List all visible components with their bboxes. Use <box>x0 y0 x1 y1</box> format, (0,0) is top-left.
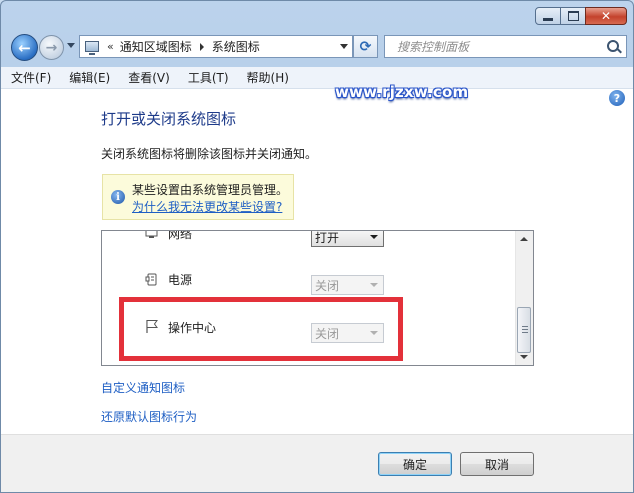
restore-default-icon-behaviors-link[interactable]: 还原默认图标行为 <box>101 408 197 425</box>
close-button[interactable]: ✕ <box>585 7 627 25</box>
customize-notification-icons-link[interactable]: 自定义通知图标 <box>101 379 185 396</box>
breadcrumb-overflow[interactable]: « <box>107 40 114 53</box>
menu-edit[interactable]: 编辑(E) <box>59 69 118 86</box>
list-item-network: 网络 打开 <box>102 230 517 261</box>
menu-bar: 文件(F) 编辑(E) 查看(V) 工具(T) 帮助(H) <box>1 67 633 89</box>
select-value: 关闭 <box>315 278 340 293</box>
search-icon[interactable] <box>607 40 619 52</box>
breadcrumb-system-icons[interactable]: 系统图标 <box>212 38 260 55</box>
search-box[interactable] <box>384 35 627 58</box>
page-description: 关闭系统图标将删除该图标并关闭通知。 <box>101 147 318 161</box>
recent-pages-dropdown[interactable] <box>67 43 75 48</box>
item-label: 网络 <box>168 230 193 241</box>
help-icon: ? <box>613 91 621 105</box>
breadcrumb-notification-area-icons[interactable]: 通知区域图标 <box>120 38 192 55</box>
scroll-thumb[interactable] <box>517 307 531 353</box>
power-icon <box>145 273 157 286</box>
vertical-scrollbar[interactable] <box>515 231 533 365</box>
forward-arrow-icon: → <box>45 39 58 56</box>
scroll-up-icon[interactable] <box>520 237 528 241</box>
menu-tools[interactable]: 工具(T) <box>178 69 237 86</box>
forward-button[interactable]: → <box>39 35 64 60</box>
admin-notice: i 某些设置由系统管理员管理。 为什么我无法更改某些设置? <box>102 174 294 220</box>
site-watermark: www.rjzxw.com <box>335 83 469 101</box>
why-cant-change-link[interactable]: 为什么我无法更改某些设置? <box>132 198 282 215</box>
address-dropdown-icon[interactable] <box>340 44 348 49</box>
refresh-button[interactable]: ⟳ <box>353 35 378 58</box>
annotation-highlight-box <box>119 297 403 361</box>
control-panel-window: ✕ ← → « 通知区域图标 系统图标 ⟳ 文件(F) 编辑(E) 查看(V) … <box>0 0 634 493</box>
help-button[interactable]: ? <box>609 90 625 106</box>
dialog-footer: 确定 取消 <box>1 434 633 492</box>
address-bar[interactable]: « 通知区域图标 系统图标 <box>79 35 353 58</box>
chevron-down-icon <box>370 283 378 287</box>
chevron-down-icon <box>370 235 378 239</box>
caption-buttons: ✕ <box>535 7 627 25</box>
maximize-button[interactable] <box>560 7 586 25</box>
menu-file[interactable]: 文件(F) <box>1 69 59 86</box>
menu-view[interactable]: 查看(V) <box>118 69 178 86</box>
minimize-icon <box>543 17 553 21</box>
power-state-select[interactable]: 关闭 <box>311 275 384 295</box>
search-input[interactable] <box>395 38 599 55</box>
menu-help[interactable]: 帮助(H) <box>237 69 297 86</box>
network-icon <box>145 231 158 238</box>
back-arrow-icon: ← <box>18 38 31 57</box>
ok-button[interactable]: 确定 <box>378 452 452 476</box>
breadcrumb-chevron-icon[interactable] <box>199 42 204 51</box>
close-icon: ✕ <box>600 9 612 23</box>
maximize-icon <box>567 11 579 21</box>
page-title: 打开或关闭系统图标 <box>101 110 237 128</box>
cancel-button[interactable]: 取消 <box>460 452 534 476</box>
network-state-select[interactable]: 打开 <box>311 230 384 247</box>
info-icon: i <box>111 190 125 204</box>
minimize-button[interactable] <box>535 7 561 25</box>
back-button[interactable]: ← <box>11 34 38 61</box>
grip-icon <box>522 326 528 327</box>
control-panel-icon <box>85 41 99 55</box>
notice-text: 某些设置由系统管理员管理。 <box>132 183 289 197</box>
refresh-icon: ⟳ <box>359 38 372 55</box>
main-content: www.rjzxw.com ? 打开或关闭系统图标 关闭系统图标将删除该图标并关… <box>1 83 633 434</box>
scroll-down-icon[interactable] <box>520 355 528 359</box>
item-label: 电源 <box>168 273 193 287</box>
select-value: 打开 <box>315 230 340 245</box>
